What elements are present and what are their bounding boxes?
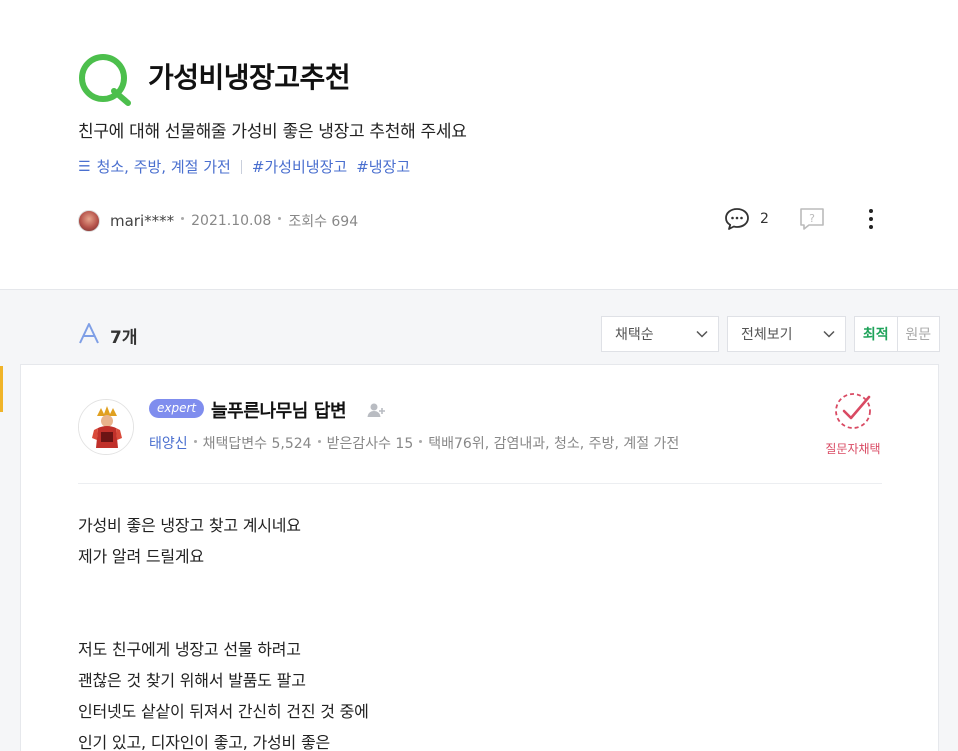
menu-icon: ☰	[78, 158, 91, 175]
category-link[interactable]: 청소, 주방, 계절 가전	[97, 156, 231, 177]
q-icon	[79, 54, 131, 106]
tag-link[interactable]: #가성비냉장고	[252, 156, 347, 177]
chevron-down-icon	[696, 330, 708, 338]
comment-count: 2	[760, 211, 769, 227]
view-select-value: 전체보기	[741, 327, 793, 343]
answer-line: 저도 친구에게 냉장고 선물 하려고	[78, 640, 301, 659]
answerer-grade-link[interactable]: 태양신	[149, 433, 188, 453]
author-name[interactable]: mari****	[110, 212, 174, 230]
expert-badge: expert	[149, 399, 205, 418]
svg-text:?: ?	[809, 212, 815, 225]
question-date: 2021.10.08	[191, 213, 272, 229]
tag-link[interactable]: #냉장고	[356, 156, 410, 177]
asker-choice: 질문자채택	[821, 391, 885, 457]
separator-dot	[193, 439, 197, 443]
check-circle-icon	[835, 393, 871, 429]
answer-card: expert 늘푸른나무님 답변 태양신 채택답변수 5,524 받은감사수 1…	[20, 364, 939, 751]
add-user-icon[interactable]	[367, 402, 385, 418]
answerer-name[interactable]: 늘푸른나무님 답변	[211, 397, 347, 423]
report-icon[interactable]: ?	[799, 207, 825, 231]
question-section: 가성비냉장고추천 친구에 대해 선물해줄 가성비 좋은 냉장고 추천해 주세요 …	[0, 0, 958, 289]
chevron-down-icon	[823, 330, 835, 338]
answerer-fields: 택배76위, 감염내과, 청소, 주방, 계절 가전	[428, 436, 680, 452]
answer-line: 인기 있고, 디자인이 좋고, 가성비 좋은	[78, 733, 331, 751]
answer-line: 가성비 좋은 냉장고 찾고 계시네요	[78, 516, 301, 535]
more-icon[interactable]	[868, 209, 873, 229]
selected-answer-count: 채택답변수 5,524	[202, 436, 312, 452]
view-mode-toggle: 최적 원문	[854, 316, 940, 352]
answerer-meta: 태양신 채택답변수 5,524 받은감사수 15 택배76위, 감염내과, 청소…	[149, 433, 679, 453]
avatar[interactable]	[78, 210, 100, 232]
answer-line	[78, 603, 369, 634]
question-meta: mari**** 2021.10.08 조회수 694	[78, 210, 358, 232]
question-tags: ☰ 청소, 주방, 계절 가전 #가성비냉장고 #냉장고	[78, 156, 419, 177]
separator-dot	[317, 439, 321, 443]
answer-count: 7개	[110, 328, 138, 348]
view-count: 조회수 694	[288, 214, 359, 230]
answer-body: 가성비 좋은 냉장고 찾고 계시네요 제가 알려 드릴게요 저도 친구에게 냉장…	[78, 510, 369, 751]
sort-select[interactable]: 채택순	[601, 316, 719, 352]
a-icon	[79, 323, 99, 344]
answer-line	[78, 572, 369, 603]
question-actions: 2 ?	[724, 207, 873, 231]
comment-icon[interactable]	[724, 207, 750, 231]
separator-dot	[181, 216, 185, 220]
thanks-count: 받은감사수 15	[326, 436, 414, 452]
toggle-original[interactable]: 원문	[898, 317, 940, 351]
question-body: 친구에 대해 선물해줄 가성비 좋은 냉장고 추천해 주세요	[78, 122, 467, 142]
question-title: 가성비냉장고추천	[148, 61, 351, 94]
answer-line: 괜찮은 것 찾기 위해서 발품도 팔고	[78, 671, 306, 690]
avatar[interactable]	[78, 399, 134, 455]
asker-choice-label: 질문자채택	[825, 442, 881, 456]
divider	[240, 159, 242, 174]
divider	[78, 483, 882, 484]
selection-marker	[0, 366, 3, 412]
answer-line: 인터넷도 샅샅이 뒤져서 간신히 건진 것 중에	[78, 702, 369, 721]
view-select[interactable]: 전체보기	[727, 316, 846, 352]
toggle-latest[interactable]: 최적	[855, 317, 898, 351]
separator-dot	[419, 439, 423, 443]
answer-line: 제가 알려 드릴게요	[78, 547, 204, 566]
separator-dot	[278, 216, 282, 220]
sort-select-value: 채택순	[615, 327, 654, 343]
